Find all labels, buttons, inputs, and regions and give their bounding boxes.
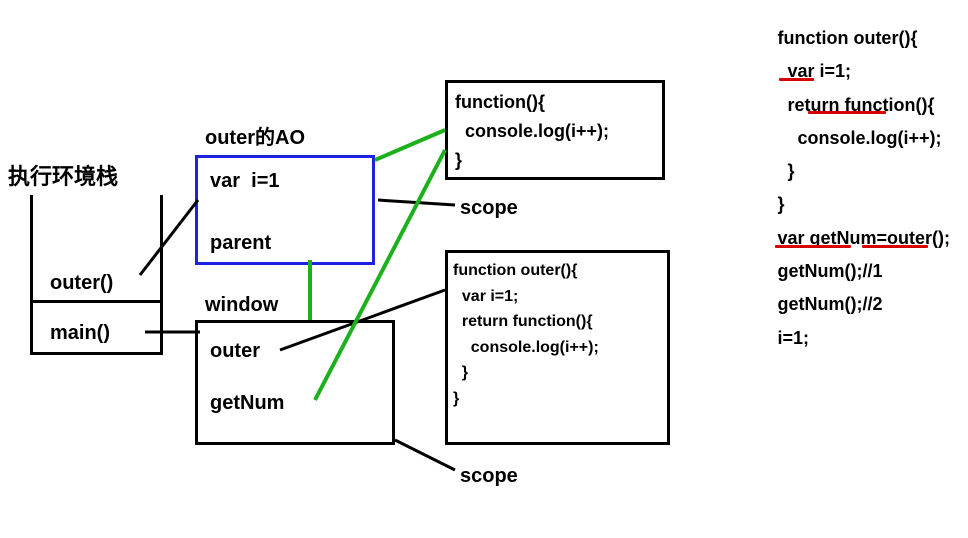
stack-item-main: main() [50, 320, 110, 347]
anon-func-code: function(){ console.log(i++); } [455, 88, 609, 174]
anon-scope-label: scope [460, 195, 518, 222]
outer-scope-label: scope [460, 463, 518, 490]
stack-item-outer: outer() [50, 270, 113, 297]
ao-line-1: parent [210, 230, 271, 257]
underline-function [808, 111, 886, 114]
ao-title: outer的AO [205, 125, 305, 152]
window-line-0: outer [210, 338, 260, 365]
ao-line-0: var i=1 [210, 168, 280, 195]
underline-outer-call [862, 245, 928, 248]
window-line-1: getNum [210, 390, 284, 417]
outer-func-code: function outer(){ var i=1; return functi… [453, 258, 599, 412]
source-code: function outer(){ var i=1; return functi… [777, 22, 950, 355]
stack-title: 执行环境栈 [8, 162, 118, 192]
stack-bracket-right [160, 195, 163, 355]
window-title: window [205, 292, 278, 319]
stack-divider-1 [33, 300, 160, 303]
underline-getnum [775, 245, 851, 248]
underline-i [779, 78, 814, 81]
